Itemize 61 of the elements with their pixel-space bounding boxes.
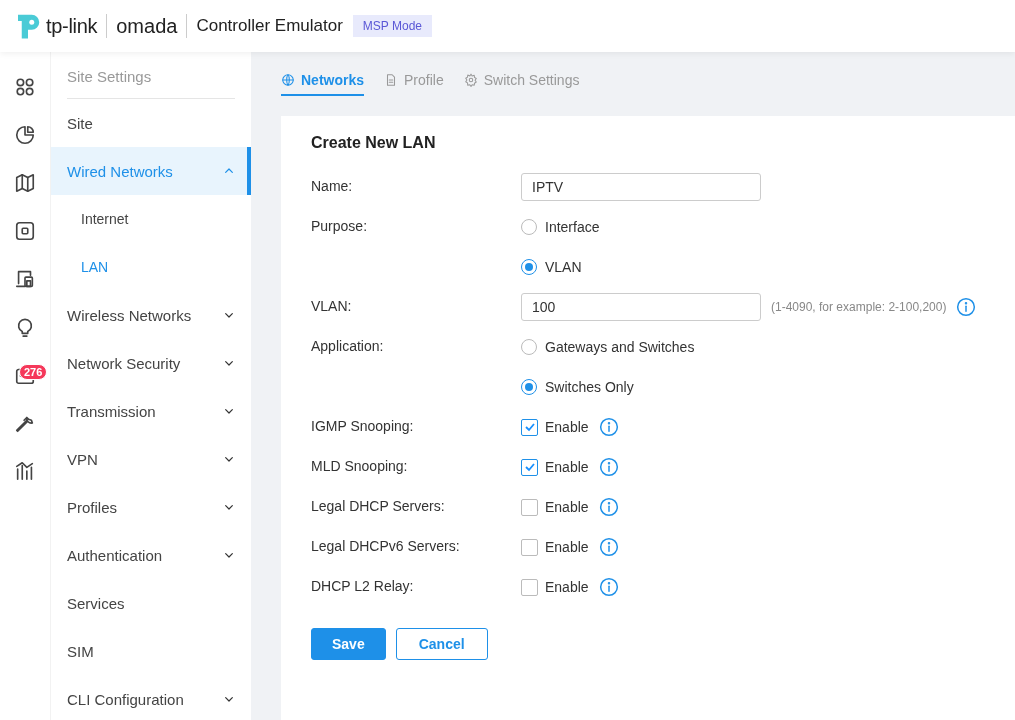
field-label: Legal DHCPv6 Servers: <box>311 537 461 556</box>
option-label: Enable <box>545 499 589 515</box>
field-label: Application: <box>311 337 385 356</box>
checkbox[interactable] <box>521 418 538 436</box>
sidebar-item[interactable]: Site <box>51 99 251 147</box>
option-label: Interface <box>545 219 600 235</box>
input-field[interactable]: IPTV <box>521 173 761 201</box>
mode-badge: MSP Mode <box>352 15 432 37</box>
info-icon <box>598 457 619 477</box>
map-icon <box>14 172 36 194</box>
sidebar-subitem[interactable]: Internet <box>51 195 251 243</box>
count-badge: 276 <box>19 364 48 380</box>
info-icon <box>956 297 977 317</box>
checkbox[interactable] <box>521 498 538 516</box>
check-icon <box>523 461 536 473</box>
globe-icon <box>281 73 295 87</box>
field-label: Purpose: <box>311 217 369 236</box>
app-title: Controller Emulator <box>196 16 343 36</box>
sidebar-item[interactable]: Wireless Networks <box>51 291 251 339</box>
field-hint: (1-4090, for example: 2-100,200) <box>771 300 947 314</box>
option-label: Enable <box>545 539 589 555</box>
device-icon <box>14 220 36 242</box>
option-label: VLAN <box>545 259 582 275</box>
info-icon <box>598 577 619 597</box>
sidebar-heading: Site Settings <box>67 52 235 99</box>
sidebar-item[interactable]: CLI Configuration <box>51 675 251 720</box>
checkbox[interactable] <box>521 578 538 596</box>
field-label: DHCP L2 Relay: <box>311 577 415 596</box>
checkbox[interactable] <box>521 458 538 476</box>
option-label: Enable <box>545 459 589 475</box>
laptop-phone-icon <box>14 268 36 290</box>
option-label: Switches Only <box>545 379 634 395</box>
input-field[interactable]: 100 <box>521 293 761 321</box>
gear-icon <box>463 73 478 87</box>
field-label: MLD Snooping: <box>311 457 409 476</box>
sidebar-item[interactable]: Transmission <box>51 387 251 435</box>
field-label: Name: <box>311 177 354 196</box>
sidebar-subitem[interactable]: LAN <box>51 243 251 291</box>
info-icon <box>598 417 619 437</box>
option-label: Enable <box>545 419 589 435</box>
pie-chart-icon <box>14 124 36 146</box>
dashboard-icon <box>14 76 36 98</box>
checkbox[interactable] <box>521 538 538 556</box>
info-icon <box>598 537 619 557</box>
sidebar-item[interactable]: Services <box>51 579 251 627</box>
option-label: Enable <box>545 579 589 595</box>
product-name: omada <box>116 14 178 38</box>
sidebar-item[interactable]: Authentication <box>51 531 251 579</box>
sidebar-item[interactable]: Network Security <box>51 339 251 387</box>
form-title: Create New LAN <box>311 134 437 152</box>
sidebar-item[interactable]: Profiles <box>51 483 251 531</box>
option-label: Gateways and Switches <box>545 339 695 355</box>
sidebar-item[interactable]: SIM <box>51 627 251 675</box>
bar-chart-icon <box>14 460 36 482</box>
sidebar-item[interactable]: VPN <box>51 435 251 483</box>
check-icon <box>523 421 536 433</box>
field-label: VLAN: <box>311 297 353 316</box>
field-label: IGMP Snooping: <box>311 417 415 436</box>
info-icon <box>598 497 619 517</box>
field-label: Legal DHCP Servers: <box>311 497 446 516</box>
brand-name: tp-link <box>46 14 98 38</box>
